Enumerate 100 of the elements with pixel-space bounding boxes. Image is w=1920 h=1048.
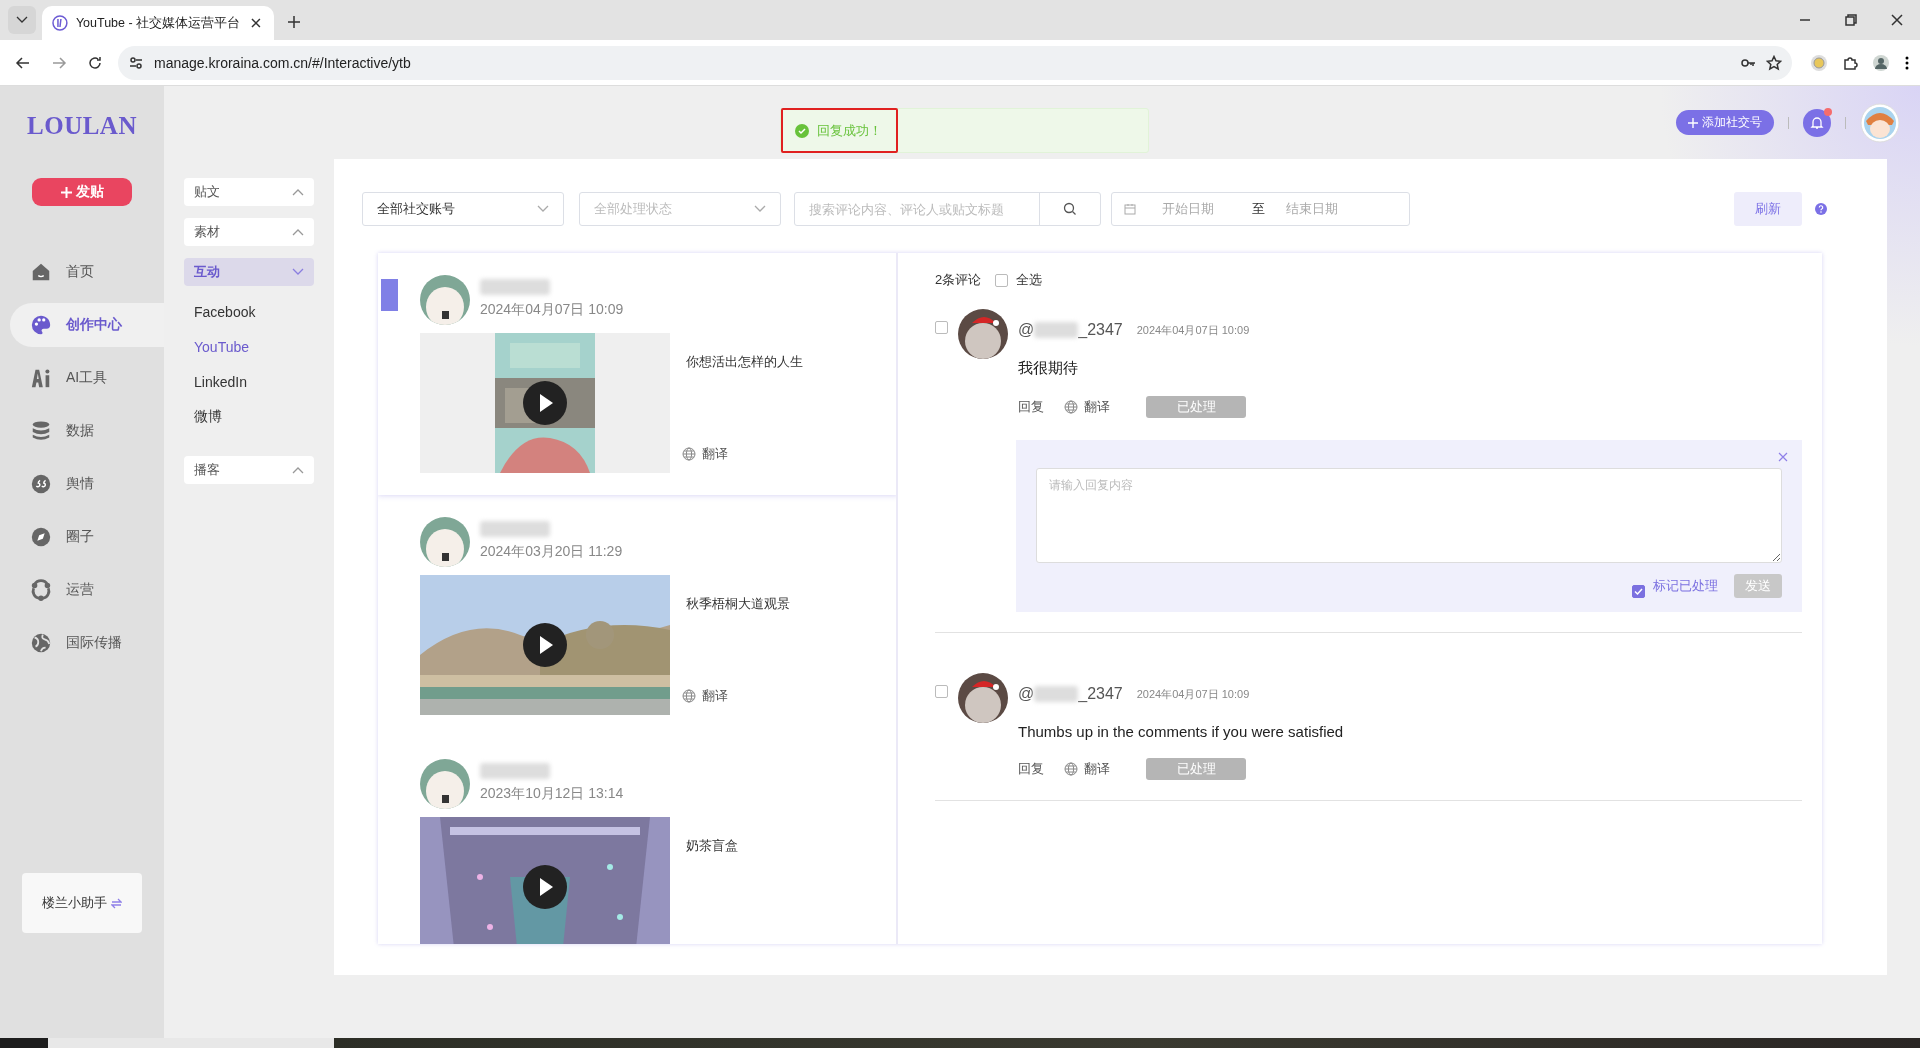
avatar xyxy=(958,309,1008,359)
chevron-up-icon xyxy=(292,188,304,196)
comment-date: 2024年04月07日 10:09 xyxy=(1136,686,1250,702)
account-select[interactable]: 全部社交账号 xyxy=(362,192,564,226)
refresh-button[interactable]: 刷新 xyxy=(1734,192,1802,226)
post-date: 2024年03月20日 11:29 xyxy=(480,543,623,561)
nav-item[interactable]: 创作中心 xyxy=(10,303,164,347)
database-icon xyxy=(30,420,52,442)
assistant-card[interactable]: 楼兰小助手 xyxy=(22,873,142,933)
post-date: 2024年04月07日 10:09 xyxy=(480,301,624,319)
compass-icon xyxy=(30,526,52,548)
nav-item[interactable]: 首页 xyxy=(10,250,164,294)
translate-link[interactable]: 翻译 xyxy=(1064,398,1110,416)
reload-icon xyxy=(87,54,103,71)
nav-item[interactable]: 运营 xyxy=(10,568,164,612)
plus-icon xyxy=(286,14,302,30)
blurred-name xyxy=(480,521,550,537)
nav-item[interactable]: 圈子 xyxy=(10,515,164,559)
site-icon xyxy=(52,15,68,31)
star-icon[interactable] xyxy=(1766,54,1782,71)
forward-arrow-icon xyxy=(51,54,67,71)
date-separator: 至 xyxy=(1252,200,1266,218)
tab-list-button[interactable] xyxy=(8,6,36,34)
chevron-down-icon xyxy=(754,205,766,213)
comment-date: 2024年04月07日 10:09 xyxy=(1136,322,1250,338)
avatar[interactable] xyxy=(1860,102,1900,143)
chevron-up-icon xyxy=(292,466,304,474)
notification-button[interactable] xyxy=(1803,108,1831,137)
avatar xyxy=(420,759,470,809)
menu-item[interactable]: LinkedIn xyxy=(184,364,334,399)
post-card[interactable]: 2023年10月12日 13:14 奶茶盲盒 xyxy=(378,737,896,944)
blurred-name xyxy=(1034,322,1079,338)
post-card[interactable]: 2024年03月20日 11:29 秋季梧桐大道观景 翻译 xyxy=(378,495,896,737)
blurred-name xyxy=(1034,686,1079,702)
quote-icon xyxy=(30,473,52,495)
author-name: _2347 xyxy=(1078,321,1123,339)
chevron-down-icon xyxy=(292,268,304,276)
minimize-icon xyxy=(1800,19,1810,21)
site-settings-icon xyxy=(128,54,144,71)
reply-input[interactable]: 请输入回复内容 xyxy=(1036,468,1782,563)
avatar xyxy=(420,517,470,567)
menu-icon[interactable] xyxy=(1904,54,1910,71)
search-icon xyxy=(1063,202,1077,216)
avatar xyxy=(958,673,1008,723)
checkbox[interactable] xyxy=(935,321,948,334)
menu-group[interactable]: 贴文 xyxy=(184,178,314,206)
search-field[interactable]: 搜索评论内容、评论人或贴文标题 xyxy=(794,192,1101,226)
profile-icon[interactable] xyxy=(1872,53,1890,72)
play-icon[interactable] xyxy=(523,623,567,667)
selection-marker xyxy=(381,279,398,311)
nav-item[interactable]: 舆情 xyxy=(10,462,164,506)
success-icon xyxy=(795,123,809,138)
post-title: 你想活出怎样的人生 xyxy=(686,353,803,371)
globe-icon xyxy=(1064,400,1078,414)
post-title: 秋季梧桐大道观景 xyxy=(686,595,790,613)
translate-link[interactable]: 翻译 xyxy=(682,445,803,463)
menu-item[interactable]: YouTube xyxy=(184,329,334,364)
reply-link[interactable]: 回复 xyxy=(1018,760,1044,778)
menu-item[interactable]: Facebook xyxy=(184,294,334,329)
help-icon[interactable] xyxy=(1815,203,1827,215)
url-text: manage.kroraina.com.cn/#/Interactive/ytb xyxy=(154,54,412,71)
plus-icon xyxy=(60,186,72,198)
browser-tab[interactable]: YouTube - 社交媒体运营平台 xyxy=(42,6,274,40)
checkbox[interactable] xyxy=(995,273,1009,287)
play-icon[interactable] xyxy=(523,865,567,909)
post-button[interactable]: 发贴 xyxy=(32,178,132,206)
comment-text: 我很期待 xyxy=(1018,359,1079,378)
globe-icon xyxy=(1064,762,1078,776)
menu-item[interactable]: 微博 xyxy=(184,399,334,434)
translate-link[interactable]: 翻译 xyxy=(1064,760,1110,778)
chevron-down-icon xyxy=(16,16,28,24)
calendar-icon xyxy=(1124,203,1136,215)
globe-icon xyxy=(682,689,696,703)
back-arrow-icon xyxy=(15,54,31,71)
checkbox-label: 全选 xyxy=(1016,271,1043,289)
extension-icon[interactable] xyxy=(1810,53,1828,72)
author-name: @ xyxy=(1018,321,1035,339)
author-name: _2347 xyxy=(1078,685,1123,703)
puzzle-icon[interactable] xyxy=(1842,54,1858,71)
translate-link[interactable]: 翻译 xyxy=(682,687,790,705)
avatar xyxy=(420,275,470,325)
reply-link[interactable]: 回复 xyxy=(1018,398,1044,416)
menu-group[interactable]: 素材 xyxy=(184,218,314,246)
nav-item[interactable]: 国际传播 xyxy=(10,621,164,665)
menu-group[interactable]: 互动 xyxy=(184,258,314,286)
blurred-name xyxy=(480,763,550,779)
play-icon[interactable] xyxy=(523,381,567,425)
swap-icon xyxy=(111,897,122,909)
checkbox-label: 标记已处理 xyxy=(1653,576,1718,595)
menu-group[interactable]: 播客 xyxy=(184,456,314,484)
nav-item[interactable]: 数据 xyxy=(10,409,164,453)
checkbox[interactable] xyxy=(1632,585,1645,598)
date-range-field[interactable]: 开始日期 至 结束日期 xyxy=(1111,192,1410,226)
comment-text: Thumbs up in the comments if you were satisfied xyxy=(1018,723,1345,740)
address-bar[interactable]: manage.kroraina.com.cn/#/Interactive/ytb xyxy=(118,45,1792,80)
ai-icon xyxy=(30,367,52,389)
checkbox[interactable] xyxy=(935,685,948,698)
nav-item[interactable]: AI工具 xyxy=(10,356,164,400)
plus-icon xyxy=(1688,117,1698,128)
add-account-button[interactable]: 添加社交号 xyxy=(1676,110,1774,135)
